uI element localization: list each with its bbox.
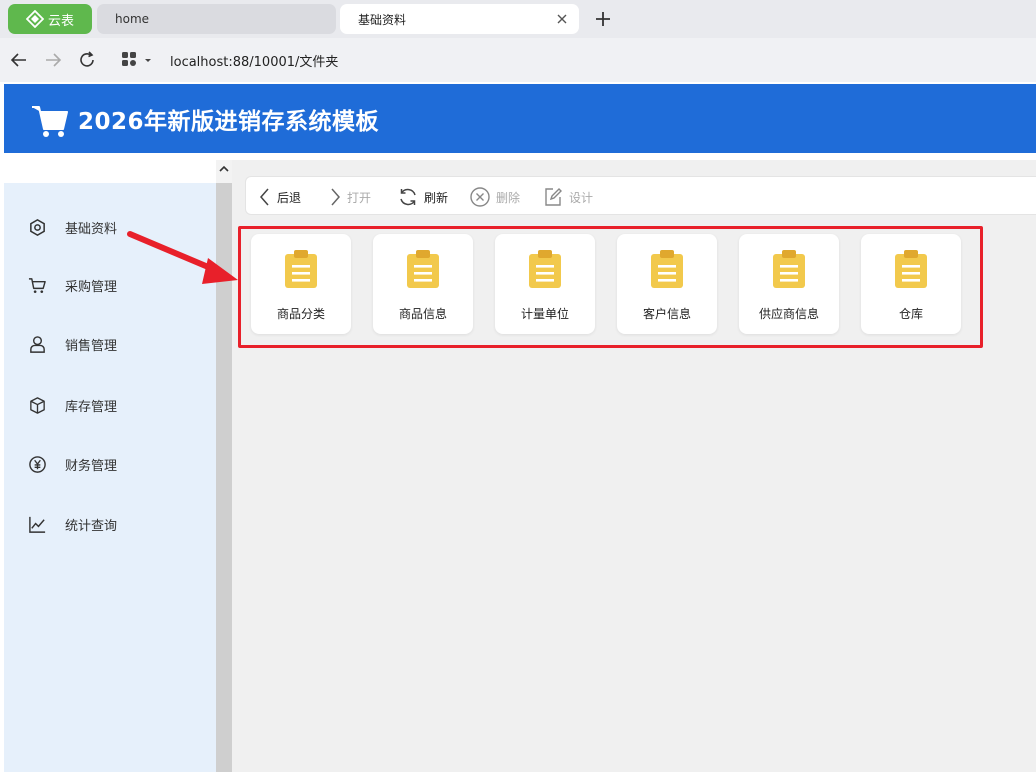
sidebar-item-label: 基础资料	[65, 221, 118, 237]
edit-icon	[545, 188, 562, 206]
sidebar-item-label: 销售管理	[65, 338, 118, 354]
address-bar: localhost:88/10001/文件夹	[0, 38, 1036, 82]
sidebar-item-sales[interactable]: 销售管理	[28, 332, 117, 356]
tab-basic-data-label: 基础资料	[358, 12, 407, 27]
sidebar-item-finance[interactable]: 财务管理	[28, 452, 117, 476]
reload-icon[interactable]	[77, 50, 97, 70]
sidebar-item-label: 统计查询	[65, 518, 118, 534]
brand-tab[interactable]: 云表	[8, 4, 92, 34]
person-icon	[30, 335, 45, 353]
card-warehouse[interactable]: 仓库	[861, 234, 961, 334]
sidebar-item-label: 库存管理	[65, 399, 118, 415]
delete-label: 删除	[496, 190, 521, 205]
new-tab-icon[interactable]	[592, 8, 614, 30]
card-product-category[interactable]: 商品分类	[251, 234, 351, 334]
open-label: 打开	[347, 190, 372, 205]
refresh-label: 刷新	[424, 190, 449, 205]
toolbar: 后退 打开 刷新 删除 设计	[245, 176, 1036, 215]
close-tab-icon[interactable]	[555, 12, 569, 26]
tab-basic-data[interactable]: 基础资料	[340, 4, 579, 34]
card-label: 仓库	[898, 307, 923, 321]
design-button[interactable]: 设计	[542, 186, 593, 208]
delete-button[interactable]: 删除	[469, 186, 520, 208]
back-arrow-icon[interactable]	[9, 50, 29, 70]
clipboard-icon	[529, 250, 561, 288]
shopping-cart-logo-icon	[32, 105, 68, 137]
chevron-left-icon	[260, 188, 269, 206]
sidebar-top-spacer	[4, 160, 216, 183]
sidebar-item-basic-data[interactable]: 基础资料	[28, 215, 117, 239]
sidebar: 基础资料 采购管理 销售管理 库存管理 财务管理 统计查询	[4, 183, 216, 772]
browser-tab-bar: 云表 home 基础资料	[0, 0, 1036, 38]
card-label: 客户信息	[642, 307, 691, 321]
clipboard-icon	[407, 250, 439, 288]
card-product-info[interactable]: 商品信息	[373, 234, 473, 334]
design-label: 设计	[569, 190, 594, 205]
tab-home-label: home	[115, 12, 150, 26]
brand-logo-icon	[25, 10, 44, 28]
card-customer-info[interactable]: 客户信息	[617, 234, 717, 334]
chart-icon	[29, 516, 46, 533]
cart-icon	[28, 277, 46, 293]
back-button[interactable]: 后退	[258, 186, 301, 208]
box-icon	[30, 396, 45, 414]
card-supplier-info[interactable]: 供应商信息	[739, 234, 839, 334]
card-label: 计量单位	[520, 307, 569, 321]
apps-menu-icon[interactable]	[120, 50, 156, 70]
clipboard-icon	[773, 250, 805, 288]
refresh-icon	[400, 188, 416, 206]
chevron-right-icon	[331, 188, 340, 206]
card-label: 供应商信息	[758, 307, 819, 321]
card-measurement-unit[interactable]: 计量单位	[495, 234, 595, 334]
sidebar-item-label: 采购管理	[65, 279, 118, 295]
splitter-handle[interactable]	[216, 183, 232, 772]
card-label: 商品分类	[276, 307, 325, 321]
app-header: 2026年新版进销存系统模板	[4, 84, 1036, 153]
open-button[interactable]: 打开	[328, 186, 371, 208]
brand-label: 云表	[47, 13, 74, 29]
yen-icon	[29, 455, 46, 473]
card-label: 商品信息	[398, 307, 447, 321]
clipboard-icon	[651, 250, 683, 288]
forward-arrow-icon[interactable]	[43, 50, 63, 70]
sidebar-item-inventory[interactable]: 库存管理	[28, 393, 117, 417]
back-label: 后退	[277, 190, 302, 205]
app-title: 2026年新版进销存系统模板	[78, 108, 380, 135]
sidebar-item-statistics[interactable]: 统计查询	[28, 512, 117, 536]
sidebar-item-purchasing[interactable]: 采购管理	[28, 273, 117, 297]
refresh-button[interactable]: 刷新	[397, 186, 448, 208]
url-field[interactable]: localhost:88/10001/文件夹	[170, 51, 338, 70]
hexagon-icon	[30, 218, 45, 236]
delete-circle-icon	[470, 187, 490, 207]
sidebar-item-label: 财务管理	[65, 458, 118, 474]
tab-home[interactable]: home	[97, 4, 336, 34]
chevron-up-icon[interactable]	[218, 162, 230, 176]
clipboard-icon	[285, 250, 317, 288]
clipboard-icon	[895, 250, 927, 288]
